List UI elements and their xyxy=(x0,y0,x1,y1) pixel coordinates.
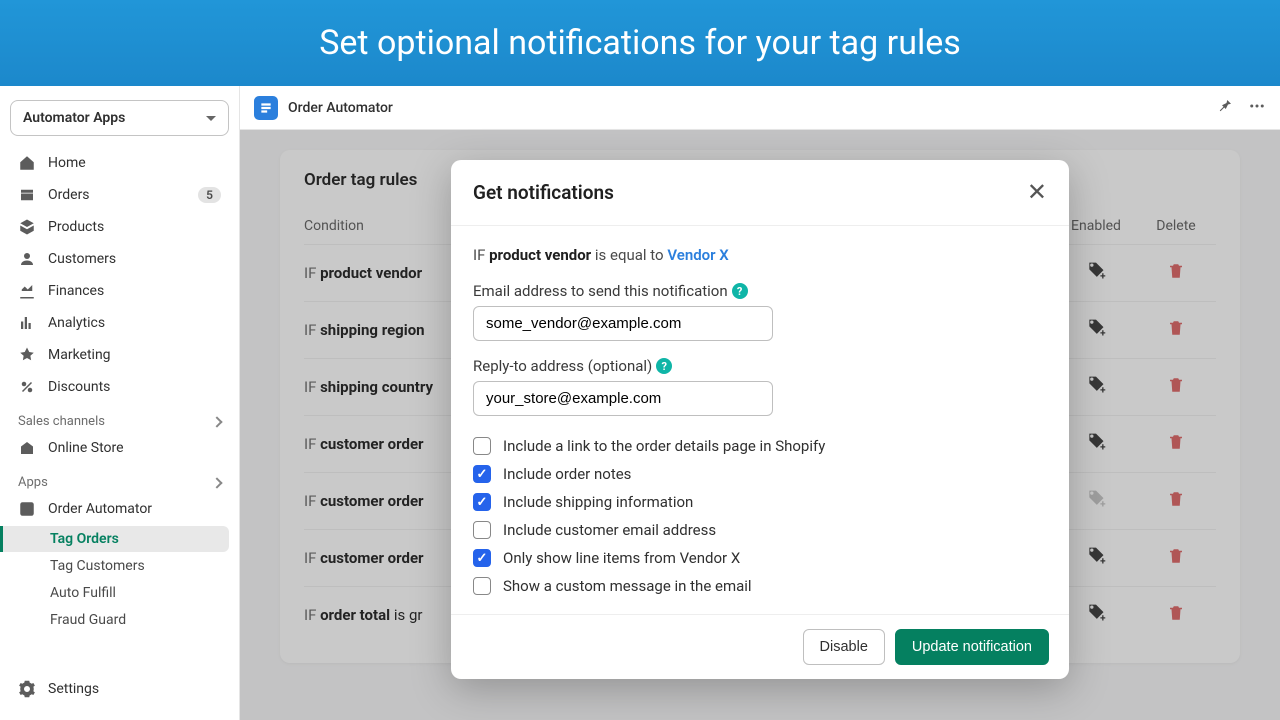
products-icon xyxy=(18,218,36,236)
checkbox[interactable] xyxy=(473,577,491,595)
sidebar-item-settings[interactable]: Settings xyxy=(10,674,229,704)
sidebar-sub-tag-customers[interactable]: Tag Customers xyxy=(10,553,229,579)
sidebar-sub-fraud-guard[interactable]: Fraud Guard xyxy=(10,607,229,633)
sidebar-item-customers[interactable]: Customers xyxy=(10,244,229,274)
sidebar-item-online-store[interactable]: Online Store xyxy=(10,433,229,463)
marketing-icon xyxy=(18,346,36,364)
sidebar-sub-auto-fulfill[interactable]: Auto Fulfill xyxy=(10,580,229,606)
checkbox[interactable] xyxy=(473,521,491,539)
modal-condition: IF product vendor is equal to Vendor X xyxy=(473,246,1047,264)
topbar: Order Automator xyxy=(240,86,1280,130)
home-icon xyxy=(18,154,36,172)
sidebar-item-orders[interactable]: Orders5 xyxy=(10,180,229,210)
reply-label: Reply-to address (optional) ? xyxy=(473,357,1047,375)
discounts-icon xyxy=(18,378,36,396)
analytics-icon xyxy=(18,314,36,332)
sidebar-sub-tag-orders[interactable]: Tag Orders xyxy=(0,526,229,552)
chevron-down-icon xyxy=(206,116,216,121)
finances-icon xyxy=(18,282,36,300)
sales-channels-heading[interactable]: Sales channels xyxy=(10,404,229,433)
sidebar-item-products[interactable]: Products xyxy=(10,212,229,242)
email-label: Email address to send this notification … xyxy=(473,282,1047,300)
sidebar: Automator Apps HomeOrders5ProductsCustom… xyxy=(0,86,240,720)
checkbox-option[interactable]: Include shipping information xyxy=(473,488,1047,516)
vendor-link[interactable]: Vendor X xyxy=(667,246,728,264)
checkbox-option[interactable]: Include a link to the order details page… xyxy=(473,432,1047,460)
checkbox-option[interactable]: Show a custom message in the email xyxy=(473,572,1047,600)
badge: 5 xyxy=(198,187,221,203)
store-icon xyxy=(18,439,36,457)
checkbox-option[interactable]: Include order notes xyxy=(473,460,1047,488)
app-logo-icon xyxy=(254,96,278,120)
apps-heading[interactable]: Apps xyxy=(10,465,229,494)
sidebar-item-finances[interactable]: Finances xyxy=(10,276,229,306)
reply-input[interactable] xyxy=(473,381,773,416)
sidebar-item-home[interactable]: Home xyxy=(10,148,229,178)
help-icon[interactable]: ? xyxy=(656,358,672,374)
help-icon[interactable]: ? xyxy=(732,283,748,299)
update-notification-button[interactable]: Update notification xyxy=(895,629,1049,665)
checkbox-option[interactable]: Include customer email address xyxy=(473,516,1047,544)
more-icon[interactable] xyxy=(1248,97,1266,119)
sidebar-item-marketing[interactable]: Marketing xyxy=(10,340,229,370)
pin-icon[interactable] xyxy=(1216,97,1234,119)
chevron-right-icon xyxy=(211,477,222,488)
banner: Set optional notifications for your tag … xyxy=(0,0,1280,86)
app-icon xyxy=(18,500,36,518)
checkbox[interactable] xyxy=(473,493,491,511)
modal-title: Get notifications xyxy=(473,181,614,204)
sidebar-item-order-automator[interactable]: Order Automator xyxy=(10,494,229,524)
close-icon[interactable]: ✕ xyxy=(1027,178,1047,207)
customers-icon xyxy=(18,250,36,268)
checkbox[interactable] xyxy=(473,465,491,483)
gear-icon xyxy=(18,680,36,698)
app-selector-label: Automator Apps xyxy=(23,110,125,126)
sidebar-item-discounts[interactable]: Discounts xyxy=(10,372,229,402)
notification-modal: Get notifications ✕ IF product vendor is… xyxy=(451,160,1069,679)
checkbox-option[interactable]: Only show line items from Vendor X xyxy=(473,544,1047,572)
main-content: Order Automator Order tag rules Conditio… xyxy=(240,86,1280,720)
email-input[interactable] xyxy=(473,306,773,341)
disable-button[interactable]: Disable xyxy=(803,629,885,665)
checkbox[interactable] xyxy=(473,437,491,455)
chevron-right-icon xyxy=(211,416,222,427)
checkbox[interactable] xyxy=(473,549,491,567)
sidebar-item-analytics[interactable]: Analytics xyxy=(10,308,229,338)
app-selector[interactable]: Automator Apps xyxy=(10,100,229,136)
topbar-title: Order Automator xyxy=(288,100,393,116)
orders-icon xyxy=(18,186,36,204)
